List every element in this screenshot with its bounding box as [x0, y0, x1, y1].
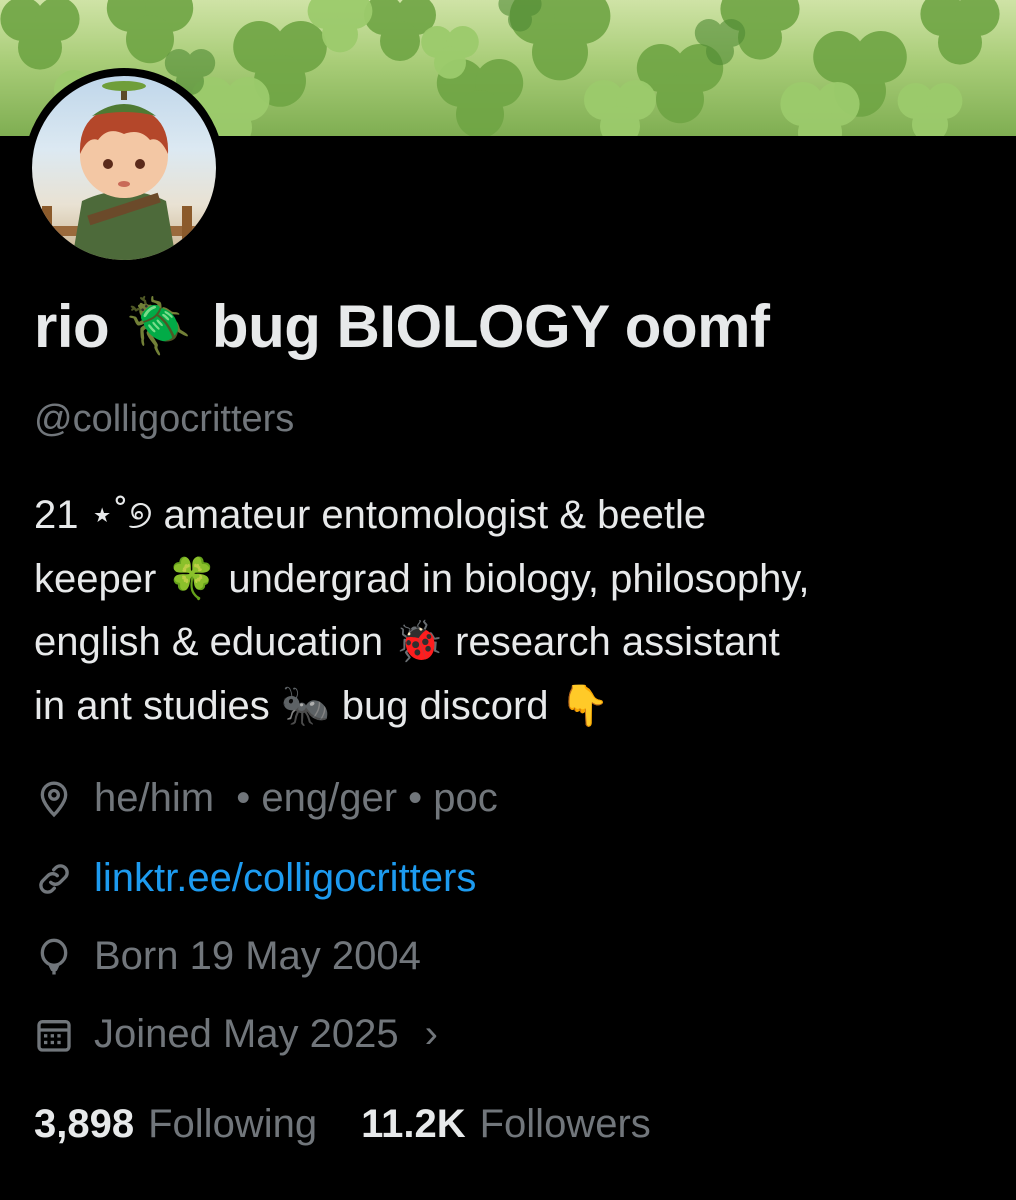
display-name-suffix: bug BIOLOGY oomf [211, 293, 770, 360]
followers-link[interactable]: 11.2K Followers [361, 1102, 651, 1147]
balloon-icon [40, 938, 68, 974]
location-pin-icon [40, 780, 68, 817]
followers-label: Followers [479, 1102, 651, 1146]
profile-joined[interactable]: Joined May 2025 › [34, 1012, 438, 1057]
display-name: rio 🪲 bug BIOLOGY oomf [34, 292, 770, 361]
followers-count: 11.2K [361, 1102, 466, 1146]
display-name-prefix: rio [34, 293, 110, 360]
profile-handle: @colligocritters [34, 398, 295, 440]
following-label: Following [148, 1102, 318, 1146]
link-icon [39, 863, 69, 894]
beetle-emoji-icon: 🪲 [125, 296, 192, 356]
chevron-right-icon[interactable]: › [425, 1012, 438, 1057]
profile-avatar[interactable] [24, 68, 224, 268]
profile-stats: 3,898 Following 11.2K Followers [34, 1102, 651, 1147]
bio-line: english & education 🐞 research assistant [34, 620, 780, 664]
joined-text: Joined May 2025 [94, 1012, 399, 1056]
following-link[interactable]: 3,898 Following [34, 1102, 317, 1147]
birth-text: Born 19 May 2004 [94, 934, 421, 978]
location-text: he/him • eng/ger • poc [94, 776, 498, 820]
profile-bio: 21 ⋆˚୭ amateur entomologist & beetle kee… [34, 484, 994, 738]
calendar-icon [37, 1019, 71, 1052]
avatar-image [32, 76, 216, 260]
bio-line: keeper 🍀 undergrad in biology, philosoph… [34, 556, 810, 601]
bio-line: in ant studies 🐜 bug discord 👇 [34, 683, 610, 728]
profile-website[interactable]: linktr.ee/colligocritters [34, 856, 476, 901]
following-count: 3,898 [34, 1102, 135, 1146]
bio-line: 21 ⋆˚୭ amateur entomologist & beetle [34, 493, 707, 537]
profile-location: he/him • eng/ger • poc [34, 776, 498, 821]
profile-birthdate: Born 19 May 2004 [34, 934, 421, 979]
website-link[interactable]: linktr.ee/colligocritters [94, 856, 476, 901]
